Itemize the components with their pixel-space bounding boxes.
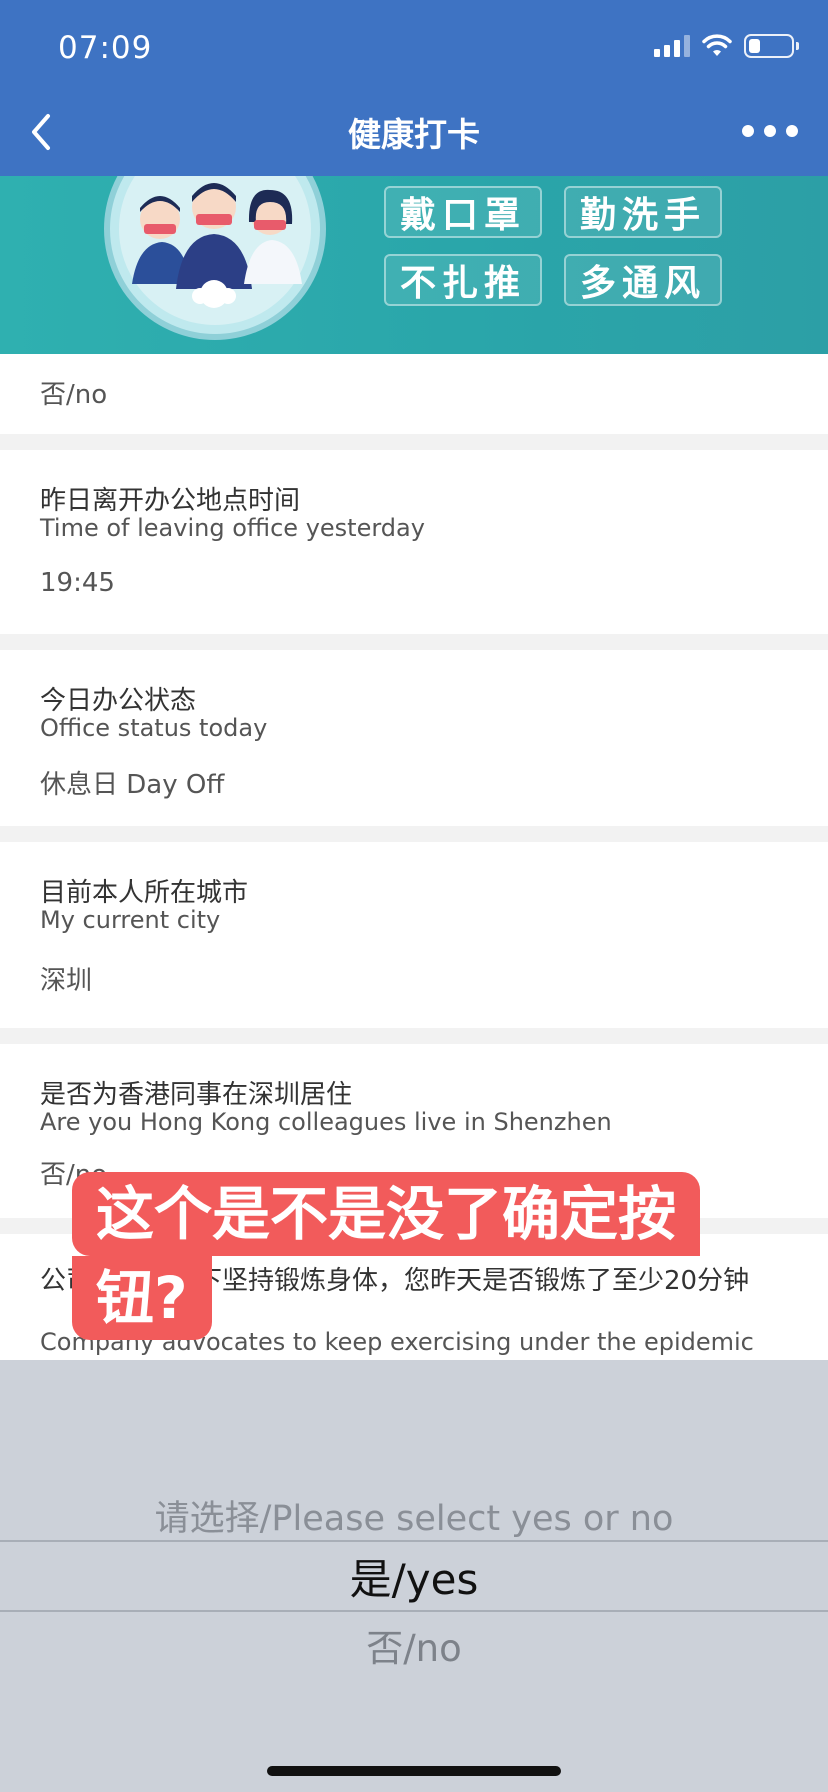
status-time: 07:09 [58, 30, 153, 66]
overlay-caption-line-1: 这个是不是没了确定按 [72, 1172, 701, 1256]
question-label-en: Time of leaving office yesterday [40, 514, 425, 542]
cellular-signal-icon [654, 35, 690, 57]
banner-slogan: 不扎推 [384, 254, 542, 306]
overlay-caption-line-2: 钮? [72, 1256, 212, 1340]
answer-value[interactable]: 深圳 [40, 960, 92, 997]
people-with-masks-illustration [104, 176, 326, 340]
yes-no-picker[interactable]: 请选择/Please select yes or no 是/yes 否/no [0, 1360, 828, 1792]
battery-icon [744, 34, 799, 58]
picker-option-placeholder[interactable]: 请选择/Please select yes or no [0, 1490, 828, 1541]
question-label-cn: 今日办公状态 [40, 686, 197, 716]
question-label-cn: 目前本人所在城市 [40, 878, 249, 908]
form-item-office-status: 今日办公状态 Office status today 休息日 Day Off [0, 650, 828, 826]
banner-slogan: 戴口罩 [384, 186, 542, 238]
banner-slogan: 多通风 [564, 254, 722, 306]
status-icons [654, 34, 799, 58]
banner-slogan: 勤洗手 [564, 186, 722, 238]
top-bar: 07:09 健康打卡 [0, 0, 828, 176]
question-label-en: Are you Hong Kong colleagues live in She… [40, 1108, 612, 1136]
question-label-cn: 昨日离开办公地点时间 [40, 486, 301, 516]
form-item-leave-time: 昨日离开办公地点时间 Time of leaving office yester… [0, 450, 828, 634]
picker-option-no[interactable]: 否/no [0, 1618, 828, 1672]
question-label-cn: 是否为香港同事在深圳居住 [40, 1080, 353, 1110]
picker-option-selected[interactable]: 是/yes [0, 1546, 828, 1607]
battery-level [749, 39, 760, 53]
picker-selection-line-top [0, 1540, 828, 1542]
health-banner: 戴口罩 勤洗手 不扎推 多通风 [0, 176, 828, 354]
more-options-button[interactable] [742, 118, 798, 144]
question-label-en: Office status today [40, 714, 268, 742]
picker-selection-line-bottom [0, 1610, 828, 1612]
home-indicator[interactable] [267, 1766, 561, 1776]
answer-value[interactable]: 否/no [40, 374, 107, 411]
more-dots-icon [742, 125, 754, 137]
answer-value[interactable]: 19:45 [40, 568, 115, 598]
answer-value[interactable]: 休息日 Day Off [40, 764, 224, 801]
wifi-icon [702, 34, 732, 56]
form-item-current-city: 目前本人所在城市 My current city 深圳 [0, 842, 828, 1028]
question-label-en: My current city [40, 906, 221, 934]
form-item-previous: 否/no [0, 354, 828, 434]
page-title: 健康打卡 [348, 115, 480, 154]
banner-slogans: 戴口罩 勤洗手 不扎推 多通风 [384, 186, 722, 306]
